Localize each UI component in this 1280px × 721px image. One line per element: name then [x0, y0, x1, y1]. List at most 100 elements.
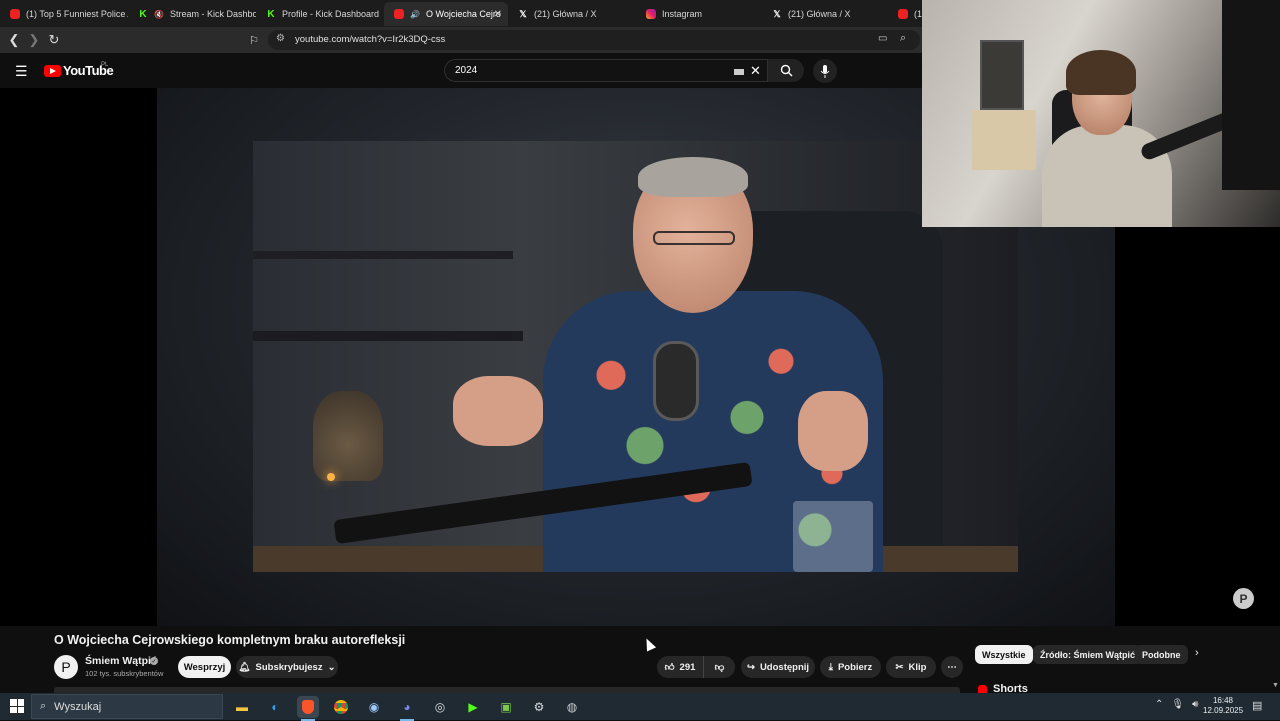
microphone-icon[interactable]: 🎙︎ [1171, 699, 1184, 710]
tab-x-home-2[interactable]: 𝕏 (21) Główna / X [762, 2, 890, 26]
site-settings-icon[interactable]: ⚙ [276, 33, 285, 44]
more-icon: ⋯ [947, 661, 957, 673]
region-code: PL [101, 62, 109, 68]
forward-icon[interactable]: ❯ [26, 32, 42, 48]
game-app-icon[interactable]: ▣ [495, 696, 517, 718]
hamburger-menu-icon[interactable]: ☰ [15, 63, 28, 80]
speaker-icon[interactable]: 🔊 [410, 9, 420, 19]
browser-toolbar: ❮ ❯ ↻ ⚐ ⚙ youtube.com/watch?v=Ir2k3DQ-cs… [0, 27, 922, 53]
mouse-cursor-icon [641, 636, 657, 652]
tab-active-video[interactable]: 🔊 O Wojciecha Cejro ✕ [384, 2, 508, 26]
settings-icon[interactable]: ⚙ [528, 696, 550, 718]
steam-icon[interactable]: ◉ [363, 696, 385, 718]
speaker-hand [798, 391, 868, 471]
chip-related[interactable]: Podobne [1135, 645, 1188, 664]
chip-all[interactable]: Wszystkie [975, 645, 1033, 664]
scissors-icon: ✂ [895, 661, 904, 673]
instagram-icon [646, 9, 656, 19]
edge-icon[interactable]: ◐ [264, 696, 286, 718]
tab-youtube-partial[interactable]: (1) [888, 2, 922, 26]
volume-icon[interactable]: 🔊︎ [1192, 699, 1198, 710]
address-bar[interactable]: ⚙ youtube.com/watch?v=Ir2k3DQ-css ▭ ⌕ [268, 30, 920, 50]
obs-icon[interactable]: ◎ [429, 696, 451, 718]
file-explorer-icon[interactable]: ▬ [231, 696, 253, 718]
bookmark-icon[interactable]: ⚐ [246, 32, 262, 48]
video-title: O Wojciecha Cejrowskiego kompletnym brak… [54, 633, 406, 647]
chrome-icon[interactable] [330, 696, 352, 718]
search-value: 2024 [455, 65, 478, 76]
chevron-up-icon[interactable]: ⌃ [1155, 699, 1163, 710]
x-icon: 𝕏 [773, 8, 781, 19]
youtube-header: ☰ YouTube PL 2024 ✕ [0, 53, 922, 88]
keyboard-icon[interactable] [734, 69, 744, 75]
tab-instagram[interactable]: Instagram [636, 2, 764, 26]
shelf [253, 331, 523, 341]
thumbs-up-icon: 👍︎ [664, 662, 675, 673]
tab-label: Instagram [662, 9, 703, 19]
clip-button[interactable]: ✂ Klip [886, 656, 936, 678]
clip-label: Klip [908, 661, 927, 673]
tab-label: Stream - Kick Dashboa [170, 9, 256, 19]
zoom-icon[interactable]: ⌕ [900, 32, 906, 45]
search-button[interactable] [768, 59, 804, 82]
discord-icon[interactable]: ◕ [396, 696, 418, 721]
reload-icon[interactable]: ↻ [46, 32, 62, 48]
x-icon: 𝕏 [519, 8, 527, 19]
back-icon[interactable]: ❮ [6, 32, 22, 48]
tab-label: O Wojciecha Cejro [426, 9, 501, 19]
microphone-icon [820, 64, 830, 78]
taskbar-search-placeholder: Wyszukaj [54, 700, 102, 713]
like-button[interactable]: 👍︎ 291 [657, 656, 703, 678]
muted-speaker-icon[interactable]: 🔇 [154, 9, 164, 19]
shelf [253, 251, 513, 259]
tab-x-home[interactable]: 𝕏 (21) Główna / X [508, 2, 636, 26]
channel-watermark[interactable]: P [1233, 588, 1254, 609]
youtube-icon [10, 9, 20, 19]
share-button[interactable]: ↪ Udostępnij [741, 656, 815, 678]
channel-avatar[interactable]: P [54, 655, 78, 679]
dislike-button[interactable]: 👎︎ [703, 656, 735, 678]
subscriber-count: 102 tys. subskrybentów [85, 669, 164, 678]
download-button[interactable]: ⤓ Pobierz [820, 656, 881, 678]
chevron-right-icon[interactable]: › [1195, 647, 1199, 659]
scroll-down-icon[interactable]: ▼ [1272, 682, 1279, 689]
speaker-hair [638, 157, 748, 197]
poster [980, 40, 1024, 110]
notifications-icon[interactable]: ▤ [1252, 699, 1266, 713]
podcast-microphone [653, 341, 699, 421]
kick-icon: K [138, 8, 148, 20]
brave-icon[interactable] [297, 696, 319, 721]
dresser [972, 110, 1036, 170]
tab-top5-funniest[interactable]: (1) Top 5 Funniest Police A [0, 2, 128, 26]
tab-kick-stream[interactable]: K 🔇 Stream - Kick Dashboa [128, 2, 256, 26]
windows-start-icon[interactable] [10, 699, 24, 713]
more-actions-button[interactable]: ⋯ [941, 656, 963, 678]
vpn-icon[interactable]: ◍ [561, 696, 583, 718]
tab-label: (21) Główna / X [788, 9, 851, 19]
subscribed-button[interactable]: 🔔︎ Subskrybujesz ⌄ [236, 656, 338, 678]
search-icon: ⌕ [40, 700, 47, 712]
youtube-icon [394, 9, 404, 19]
youtube-icon [898, 9, 908, 19]
share-icon: ↪ [746, 661, 755, 673]
youtube-logo-icon[interactable] [44, 65, 61, 77]
tab-label: Profile - Kick Dashboard [282, 9, 380, 19]
chip-source[interactable]: Źródło: Śmiem Wątpić [1033, 645, 1143, 664]
kick-icon[interactable]: ▶ [462, 696, 484, 718]
search-icon [780, 64, 792, 77]
kick-icon: K [266, 8, 276, 20]
taskbar-search[interactable]: ⌕ Wyszukaj [31, 694, 223, 719]
support-button[interactable]: Wesprzyj [178, 656, 231, 678]
clear-search-icon[interactable]: ✕ [750, 63, 761, 79]
cast-icon[interactable]: ▭ [878, 33, 887, 44]
clock-date: 12.09.2025 [1203, 706, 1244, 715]
voice-search-button[interactable] [813, 59, 837, 83]
download-icon: ⤓ [828, 661, 833, 673]
search-input[interactable]: 2024 ✕ [444, 59, 768, 82]
tab-kick-profile[interactable]: K Profile - Kick Dashboard [256, 2, 384, 26]
tab-label: (1) [914, 9, 922, 19]
channel-name[interactable]: Śmiem Wątpić [85, 655, 157, 667]
verified-icon: ✓ [150, 657, 158, 665]
close-tab-icon[interactable]: ✕ [494, 9, 502, 20]
taskbar-clock[interactable]: 16:48 12.09.2025 [1203, 696, 1243, 716]
